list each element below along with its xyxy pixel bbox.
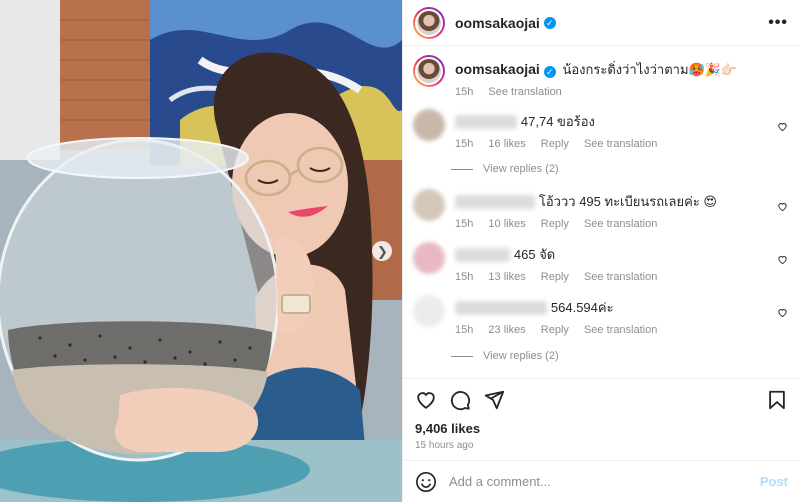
emoji-icon[interactable]: [415, 471, 437, 493]
view-replies-label: View replies (2): [483, 163, 559, 175]
avatar[interactable]: [413, 242, 445, 274]
comment-username-blurred[interactable]: [455, 114, 517, 129]
comment-item: 465 จัด 15h 13 likes Reply See translati…: [413, 242, 788, 283]
post-photo: ❯: [0, 0, 402, 502]
post-actions: 9,406 likes 15 hours ago: [403, 378, 800, 460]
see-translation-link[interactable]: See translation: [584, 218, 657, 230]
post-author-username[interactable]: oomsakaojai: [455, 15, 540, 31]
see-translation-link[interactable]: See translation: [488, 86, 561, 98]
caption-time: 15h: [455, 86, 474, 98]
reply-button[interactable]: Reply: [541, 218, 569, 230]
share-icon[interactable]: [483, 389, 505, 411]
comment-time: 15h: [455, 218, 474, 230]
comment-time: 15h: [455, 138, 474, 150]
comment-likes[interactable]: 16 likes: [488, 138, 525, 150]
post-side-panel: oomsakaojai ✓ ••• oomsakaojai ✓ น้องกระดิ…: [402, 0, 800, 502]
comment-item: 564.594ค่ะ 15h 23 likes Reply See transl…: [413, 295, 788, 336]
like-comment-heart-icon[interactable]: [777, 201, 788, 212]
avatar[interactable]: [413, 6, 445, 39]
comment-time: 15h: [455, 324, 474, 336]
more-options-button[interactable]: •••: [768, 14, 788, 32]
comment-icon[interactable]: [449, 389, 471, 411]
comment-username-blurred[interactable]: [455, 194, 535, 209]
post-comment-button[interactable]: Post: [760, 474, 788, 489]
photo-illustration: [0, 0, 402, 502]
see-translation-link[interactable]: See translation: [584, 271, 657, 283]
reply-button[interactable]: Reply: [541, 271, 569, 283]
comment-username-blurred[interactable]: [455, 300, 547, 315]
likes-count[interactable]: 9,406 likes: [415, 421, 788, 436]
view-replies-button[interactable]: View replies (2): [451, 163, 559, 175]
like-comment-heart-icon[interactable]: [777, 254, 788, 265]
view-replies-button[interactable]: View replies (2): [451, 350, 559, 362]
comments-list: oomsakaojai ✓ น้องกระดิ่งว่าไงว่าตาม🥵🎉👉🏻 …: [403, 47, 800, 377]
see-translation-link[interactable]: See translation: [584, 324, 657, 336]
avatar[interactable]: [413, 295, 445, 327]
caption-username[interactable]: oomsakaojai: [455, 61, 540, 77]
comment-text: 465 จัด: [513, 247, 556, 262]
post-caption: oomsakaojai ✓ น้องกระดิ่งว่าไงว่าตาม🥵🎉👉🏻 …: [413, 55, 737, 98]
comment-item: 47,74 ขอร้อง 15h 16 likes Reply See tran…: [413, 109, 788, 150]
post-time-ago[interactable]: 15 hours ago: [415, 440, 788, 451]
caption-text: น้องกระดิ่งว่าไงว่าตาม🥵🎉👉🏻: [562, 62, 738, 77]
next-image-button[interactable]: ❯: [372, 241, 392, 261]
comment-time: 15h: [455, 271, 474, 283]
comment-text: โอ้ววว 495 ทะเบียนรถเลยค่ะ 😍: [538, 194, 717, 209]
comment-likes[interactable]: 13 likes: [488, 271, 525, 283]
comment-likes[interactable]: 23 likes: [488, 324, 525, 336]
comment-username-blurred[interactable]: [455, 247, 510, 262]
post-header: oomsakaojai ✓ •••: [403, 0, 800, 46]
comment-input[interactable]: [449, 474, 760, 489]
bookmark-icon[interactable]: [766, 389, 788, 411]
divider: [451, 168, 473, 170]
avatar[interactable]: [413, 109, 445, 141]
reply-button[interactable]: Reply: [541, 324, 569, 336]
avatar[interactable]: [413, 189, 445, 221]
see-translation-link[interactable]: See translation: [584, 138, 657, 150]
avatar[interactable]: [413, 55, 445, 87]
verified-icon: ✓: [543, 16, 556, 29]
comment-likes[interactable]: 10 likes: [488, 218, 525, 230]
reply-button[interactable]: Reply: [541, 138, 569, 150]
comment-item: โอ้ววว 495 ทะเบียนรถเลยค่ะ 😍 15h 10 like…: [413, 189, 788, 230]
comment-text: 564.594ค่ะ: [550, 300, 614, 315]
like-comment-heart-icon[interactable]: [777, 121, 788, 132]
view-replies-label: View replies (2): [483, 350, 559, 362]
heart-icon[interactable]: [415, 389, 437, 411]
like-comment-heart-icon[interactable]: [777, 307, 788, 318]
verified-icon: ✓: [543, 66, 556, 78]
chevron-right-icon: ❯: [377, 243, 388, 259]
divider: [451, 355, 473, 357]
comment-text: 47,74 ขอร้อง: [520, 114, 595, 129]
add-comment-bar: Post: [403, 460, 800, 502]
